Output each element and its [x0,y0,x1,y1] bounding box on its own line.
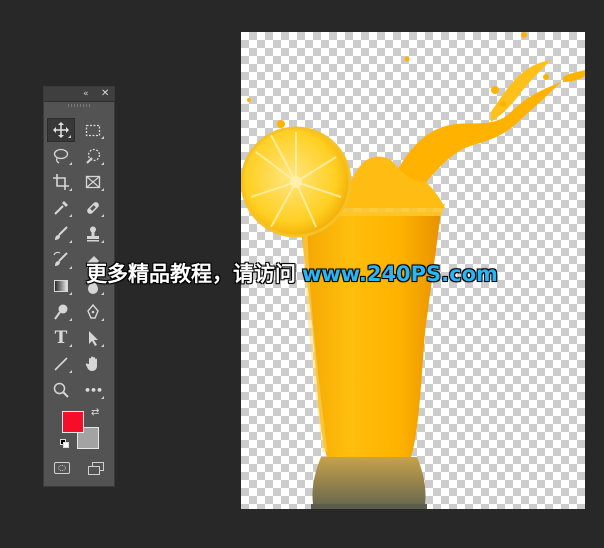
pen-icon [87,303,99,319]
foreground-color-swatch[interactable] [62,411,84,433]
type-icon: T [54,328,68,348]
watermark-text: 更多精品教程，请访问 www.240PS.com [86,260,498,288]
zoom-tool[interactable] [47,378,75,402]
history-brush-tool[interactable] [47,248,75,272]
watermark-chinese: 更多精品教程，请访问 [86,262,296,286]
pen-tool[interactable] [79,300,107,324]
default-colors-icon[interactable] [60,439,70,449]
dodge-tool[interactable] [47,300,75,324]
more-icon: ••• [83,383,103,397]
marquee-tool[interactable] [79,118,107,142]
path-selection-tool[interactable] [79,326,107,350]
crop-icon [53,174,69,190]
crop-tool[interactable] [47,170,75,194]
line-tool[interactable] [47,352,75,376]
frame-icon [85,175,101,189]
more-tools[interactable]: ••• [79,378,107,402]
bandage-icon [87,202,99,214]
history-brush-icon [53,251,68,266]
lasso-icon [53,148,69,164]
panel-grip-handle[interactable] [68,104,90,107]
swap-colors-icon[interactable]: ⇄ [91,407,99,418]
arrow-icon [89,331,98,346]
line-icon [54,357,68,371]
eyedropper-icon [54,201,68,215]
close-icon[interactable]: ✕ [101,87,109,101]
screen-mode-icon[interactable] [88,462,106,476]
hand-icon [85,356,97,371]
quick-select-icon [86,148,101,164]
brush-icon [55,226,68,240]
move-tool[interactable] [47,118,75,142]
lasso-tool[interactable] [47,144,75,168]
zoom-icon [53,382,69,398]
gradient-icon [54,280,68,292]
brush-tool[interactable] [47,222,75,246]
hand-tool[interactable] [79,352,107,376]
watermark-url: www.240PS.com [302,262,498,286]
frame-tool[interactable] [79,170,107,194]
type-tool[interactable]: T [47,326,75,350]
dodge-icon [54,304,68,320]
healing-brush-tool[interactable] [79,196,107,220]
eyedropper-tool[interactable] [47,196,75,220]
gradient-tool[interactable] [47,274,75,298]
stamp-icon [87,226,99,242]
move-icon [53,122,69,138]
clone-stamp-tool[interactable] [79,222,107,246]
quick-selection-tool[interactable] [79,144,107,168]
tools-panel-header[interactable]: « ✕ [44,87,114,102]
quick-mask-icon[interactable] [54,462,70,474]
rect-marquee-icon [85,124,101,137]
collapse-icon[interactable]: « [83,87,89,101]
